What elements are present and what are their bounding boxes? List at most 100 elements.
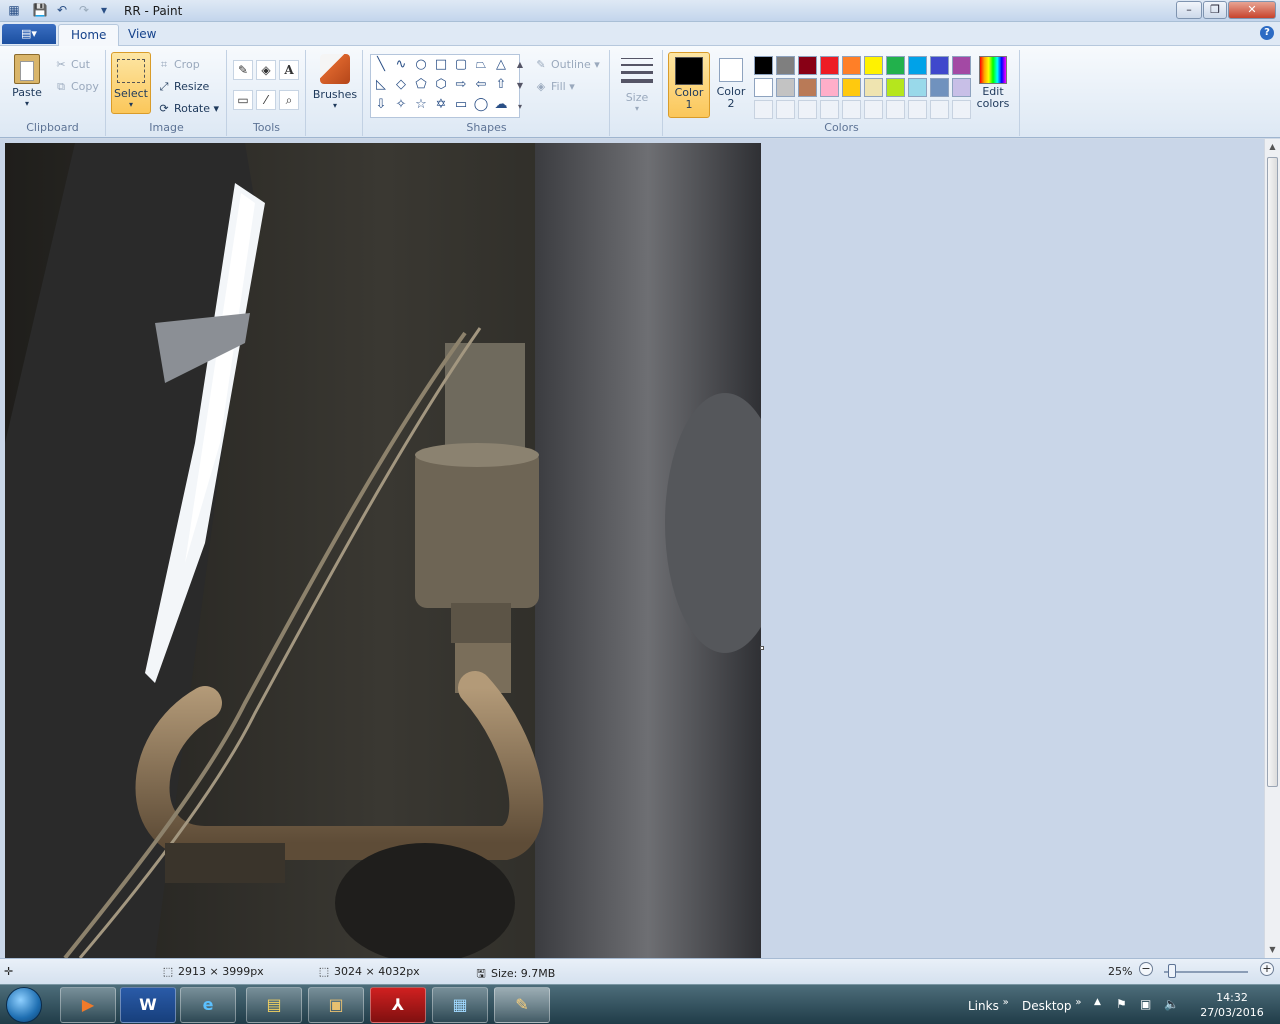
five-point-star-shape-icon[interactable]: ☆ bbox=[411, 95, 431, 115]
paste-button[interactable]: Paste ▾ bbox=[6, 52, 48, 112]
photo-viewer-app[interactable]: ▣ bbox=[308, 987, 364, 1023]
pentagon-shape-icon[interactable]: ⬠ bbox=[411, 75, 431, 95]
canvas-area[interactable] bbox=[0, 139, 1264, 958]
palette-swatch[interactable] bbox=[798, 56, 817, 75]
help-icon[interactable]: ? bbox=[1260, 26, 1274, 40]
maximize-button[interactable]: ❐ bbox=[1203, 1, 1227, 19]
fill-button[interactable]: ◈ Fill ▾ bbox=[534, 80, 575, 93]
palette-swatch[interactable] bbox=[820, 56, 839, 75]
customize-qat-icon[interactable]: ▾ bbox=[96, 3, 112, 18]
six-point-star-shape-icon[interactable]: ✡ bbox=[431, 95, 451, 115]
clock[interactable]: 14:32 27/03/2016 bbox=[1192, 990, 1272, 1020]
palette-swatch[interactable] bbox=[754, 56, 773, 75]
palette-swatch[interactable] bbox=[908, 78, 927, 97]
palette-swatch[interactable] bbox=[886, 78, 905, 97]
resize-handle[interactable] bbox=[760, 646, 764, 650]
zoom-slider-thumb[interactable] bbox=[1168, 964, 1177, 978]
scroll-down-icon[interactable]: ▼ bbox=[1265, 942, 1280, 958]
network-icon[interactable]: ▣ bbox=[1140, 997, 1151, 1011]
palette-swatch[interactable] bbox=[952, 56, 971, 75]
diamond-shape-icon[interactable]: ◇ bbox=[391, 75, 411, 95]
palette-swatch[interactable] bbox=[820, 78, 839, 97]
resize-button[interactable]: ⤢ Resize bbox=[157, 80, 210, 94]
triangle-shape-icon[interactable]: △ bbox=[491, 55, 511, 75]
text-tool-icon[interactable]: A bbox=[279, 60, 299, 80]
file-explorer-app[interactable]: ▤ bbox=[246, 987, 302, 1023]
file-menu-button[interactable]: ▤▾ bbox=[2, 24, 56, 44]
undo-icon[interactable]: ↶ bbox=[54, 3, 70, 18]
palette-swatch[interactable] bbox=[776, 78, 795, 97]
brushes-button[interactable]: Brushes ▾ bbox=[311, 52, 359, 118]
line-shape-icon[interactable]: ╲ bbox=[371, 55, 391, 75]
shapes-scroll[interactable]: ▲ ▼ ▾ bbox=[514, 54, 526, 118]
rotate-button[interactable]: ⟳ Rotate ▾ bbox=[157, 102, 219, 115]
right-triangle-shape-icon[interactable]: ◺ bbox=[371, 75, 391, 95]
right-arrow-shape-icon[interactable]: ⇨ bbox=[451, 75, 471, 95]
palette-swatch[interactable] bbox=[754, 78, 773, 97]
acrobat-app[interactable]: ⅄ bbox=[370, 987, 426, 1023]
start-button[interactable] bbox=[6, 987, 42, 1023]
palette-swatch[interactable] bbox=[798, 78, 817, 97]
palette-swatch[interactable] bbox=[842, 78, 861, 97]
custom-color-slot[interactable] bbox=[776, 100, 795, 119]
down-arrow-shape-icon[interactable]: ⇩ bbox=[371, 95, 391, 115]
scroll-up-icon[interactable]: ▲ bbox=[1265, 139, 1280, 155]
palette-swatch[interactable] bbox=[930, 78, 949, 97]
hexagon-shape-icon[interactable]: ⬡ bbox=[431, 75, 451, 95]
palette-swatch[interactable] bbox=[886, 56, 905, 75]
select-button[interactable]: Select ▾ bbox=[111, 52, 151, 114]
oval-callout-shape-icon[interactable]: ◯ bbox=[471, 95, 491, 115]
zoom-in-icon[interactable]: + bbox=[1260, 962, 1274, 976]
rounded-rectangle-shape-icon[interactable]: ▢ bbox=[451, 55, 471, 75]
rectangle-shape-icon[interactable]: □ bbox=[431, 55, 451, 75]
paint-app[interactable]: ✎ bbox=[494, 987, 550, 1023]
custom-color-slot[interactable] bbox=[952, 100, 971, 119]
pictures-app[interactable]: ▦ bbox=[432, 987, 488, 1023]
left-arrow-shape-icon[interactable]: ⇦ bbox=[471, 75, 491, 95]
palette-swatch[interactable] bbox=[776, 56, 795, 75]
polygon-shape-icon[interactable]: ⏢ bbox=[471, 55, 491, 75]
links-toolbar[interactable]: Links » bbox=[968, 997, 1009, 1013]
palette-swatch[interactable] bbox=[864, 78, 883, 97]
palette-swatch[interactable] bbox=[930, 56, 949, 75]
custom-color-slot[interactable] bbox=[842, 100, 861, 119]
close-button[interactable]: ✕ bbox=[1228, 1, 1276, 19]
fill-bucket-icon[interactable]: ◈ bbox=[256, 60, 276, 80]
paint-app-icon[interactable]: ▦ bbox=[6, 3, 22, 18]
four-point-star-shape-icon[interactable]: ✧ bbox=[391, 95, 411, 115]
color-picker-icon[interactable]: ⁄ bbox=[256, 90, 276, 110]
zoom-slider-track[interactable] bbox=[1164, 971, 1248, 973]
volume-icon[interactable]: 🔈 bbox=[1164, 997, 1179, 1011]
word-app[interactable]: W bbox=[120, 987, 176, 1023]
cut-button[interactable]: ✂ Cut bbox=[54, 58, 90, 71]
edit-colors-button[interactable]: Edit colors bbox=[972, 52, 1014, 118]
custom-color-slot[interactable] bbox=[798, 100, 817, 119]
copy-button[interactable]: ⧉ Copy bbox=[54, 80, 99, 94]
magnifier-icon[interactable]: ⌕ bbox=[279, 90, 299, 110]
show-hidden-icons-icon[interactable]: ▲ bbox=[1094, 997, 1101, 1007]
zoom-out-icon[interactable]: − bbox=[1139, 962, 1153, 976]
curve-shape-icon[interactable]: ∿ bbox=[391, 55, 411, 75]
up-arrow-shape-icon[interactable]: ⇧ bbox=[491, 75, 511, 95]
rect-callout-shape-icon[interactable]: ▭ bbox=[451, 95, 471, 115]
action-center-flag-icon[interactable]: ⚑ bbox=[1116, 997, 1127, 1011]
minimize-button[interactable]: – bbox=[1176, 1, 1202, 19]
custom-color-slot[interactable] bbox=[820, 100, 839, 119]
internet-explorer-app[interactable]: e bbox=[180, 987, 236, 1023]
tab-view[interactable]: View bbox=[116, 24, 168, 46]
pencil-icon[interactable]: ✎ bbox=[233, 60, 253, 80]
custom-color-slot[interactable] bbox=[754, 100, 773, 119]
size-button[interactable]: Size ▾ bbox=[617, 54, 657, 118]
tab-home[interactable]: Home bbox=[58, 24, 120, 46]
eraser-icon[interactable]: ▭ bbox=[233, 90, 253, 110]
outline-button[interactable]: ✎ Outline ▾ bbox=[534, 58, 599, 71]
scroll-thumb[interactable] bbox=[1267, 157, 1278, 787]
palette-swatch[interactable] bbox=[842, 56, 861, 75]
color2-button[interactable]: Color 2 bbox=[712, 52, 750, 118]
cloud-callout-shape-icon[interactable]: ☁ bbox=[491, 95, 511, 115]
custom-color-slot[interactable] bbox=[864, 100, 883, 119]
palette-swatch[interactable] bbox=[952, 78, 971, 97]
palette-swatch[interactable] bbox=[908, 56, 927, 75]
crop-button[interactable]: ⌗ Crop bbox=[157, 58, 200, 72]
redo-icon[interactable]: ↷ bbox=[76, 3, 92, 18]
